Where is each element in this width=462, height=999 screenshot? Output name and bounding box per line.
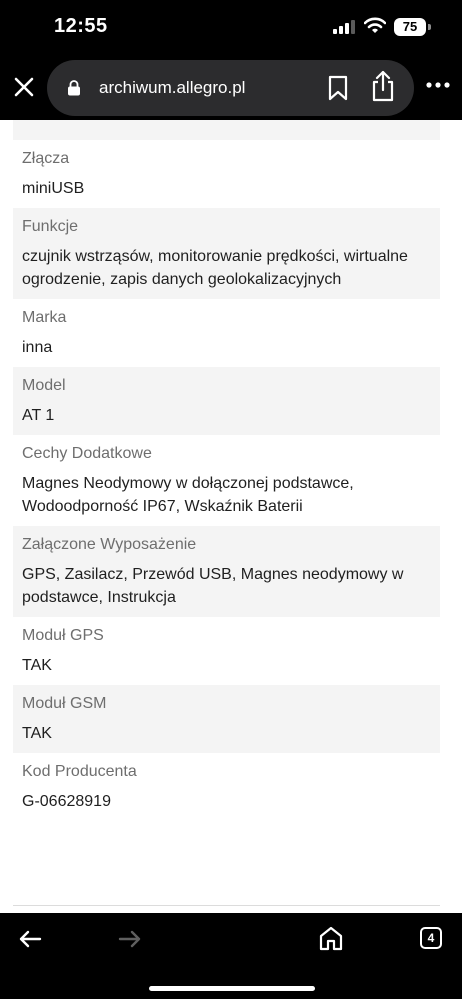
spec-value: G-06628919 xyxy=(22,793,111,810)
spec-label: Marka xyxy=(22,309,67,326)
spec-value: czujnik wstrząsów, monitorowanie prędkoś… xyxy=(22,248,408,288)
close-icon[interactable] xyxy=(10,73,38,101)
spec-label: Kod Producenta xyxy=(22,763,137,780)
home-icon[interactable] xyxy=(318,925,344,951)
spec-value: miniUSB xyxy=(22,180,85,197)
spec-row: Model AT 1 xyxy=(13,367,440,435)
cellular-signal-icon xyxy=(333,20,355,34)
spec-label: Model xyxy=(22,377,66,394)
browser-toolbar: archiwum.allegro.pl xyxy=(0,56,462,120)
back-arrow-icon[interactable] xyxy=(18,929,42,949)
wifi-icon xyxy=(364,17,386,33)
spec-label: Złącza xyxy=(22,150,70,167)
address-bar[interactable]: archiwum.allegro.pl xyxy=(47,60,414,116)
page-content: Złącza miniUSB Funkcje czujnik wstrząsów… xyxy=(0,120,462,913)
spec-label: Załączone Wyposażenie xyxy=(22,536,197,553)
spec-value: inna xyxy=(22,339,53,356)
battery-icon: 75 xyxy=(394,18,426,36)
bookmark-icon[interactable] xyxy=(327,75,349,101)
bottom-toolbar: 4 xyxy=(0,905,462,999)
url-text: archiwum.allegro.pl xyxy=(99,78,246,97)
lock-icon xyxy=(68,80,80,96)
spec-label: Cechy Dodatkowe xyxy=(22,445,152,462)
status-bar: 12:55 75 xyxy=(0,0,462,56)
spec-row: Cechy Dodatkowe Magnes Neodymowy w dołąc… xyxy=(13,435,440,526)
battery-tip xyxy=(428,24,431,30)
forward-arrow-icon[interactable] xyxy=(118,929,142,949)
specification-table: Złącza miniUSB Funkcje czujnik wstrząsów… xyxy=(13,120,440,821)
spec-label: Funkcje xyxy=(22,218,79,235)
home-indicator xyxy=(149,986,315,991)
share-icon[interactable] xyxy=(370,70,396,102)
spec-row: Funkcje czujnik wstrząsów, monitorowanie… xyxy=(13,208,440,299)
spec-value: TAK xyxy=(22,657,52,674)
spec-row: Kod Producenta G-06628919 xyxy=(13,753,440,821)
spec-value: AT 1 xyxy=(22,407,55,424)
spec-row: Złącza miniUSB xyxy=(13,140,440,208)
spec-value: GPS, Zasilacz, Przewód USB, Magnes neody… xyxy=(22,566,404,606)
spec-row: Marka inna xyxy=(13,299,440,367)
spec-value: Magnes Neodymowy w dołączonej podstawce,… xyxy=(22,475,354,515)
spec-row: Moduł GPS TAK xyxy=(13,617,440,685)
spec-row-partial xyxy=(13,120,440,140)
status-time: 12:55 xyxy=(54,15,108,37)
spec-label: Moduł GSM xyxy=(22,695,107,712)
spec-row: Załączone Wyposażenie GPS, Zasilacz, Prz… xyxy=(13,526,440,617)
tabs-count-button[interactable]: 4 xyxy=(420,927,442,949)
spec-label: Moduł GPS xyxy=(22,627,104,644)
divider xyxy=(13,905,440,906)
spec-value: TAK xyxy=(22,725,52,742)
spec-row: Moduł GSM TAK xyxy=(13,685,440,753)
more-options-icon[interactable] xyxy=(424,80,452,90)
